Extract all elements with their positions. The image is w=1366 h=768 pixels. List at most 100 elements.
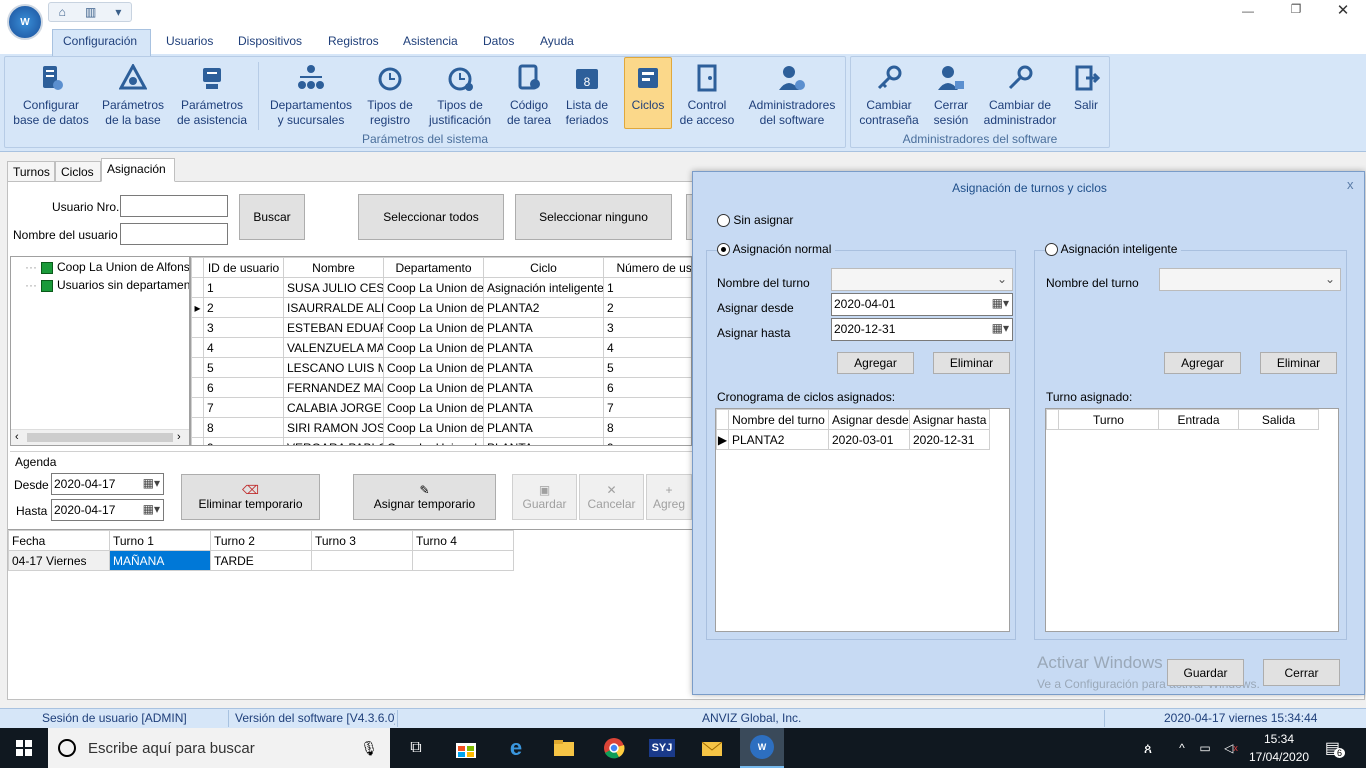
save-button[interactable]: ▣ Guardar: [512, 474, 577, 520]
column-header[interactable]: Turno: [1058, 409, 1159, 430]
table-cell[interactable]: Coop La Union de: [383, 317, 484, 338]
notification-icon[interactable]: ▤ 6: [1320, 728, 1350, 768]
smart-assign-radio[interactable]: Asignación inteligente: [1045, 242, 1182, 257]
table-cell[interactable]: VERGARA PABLO: [283, 437, 384, 445]
tab-asignacion[interactable]: Asignación: [101, 158, 175, 182]
table-cell[interactable]: 3: [203, 317, 284, 338]
tree-hscrollbar[interactable]: ‹ ›: [11, 429, 189, 445]
user-name-input[interactable]: [120, 223, 228, 245]
departments-button[interactable]: Departamentos y sucursales: [266, 62, 356, 132]
table-cell[interactable]: 4: [203, 337, 284, 358]
table-cell[interactable]: Coop La Union de: [383, 397, 484, 418]
access-control-button[interactable]: Control de acceso: [678, 62, 736, 132]
calendar-dropdown-icon[interactable]: ▦▾: [992, 321, 1009, 335]
table-cell-selected[interactable]: MAÑANA: [109, 550, 211, 571]
column-header[interactable]: Entrada: [1158, 409, 1239, 430]
column-header[interactable]: Departamento: [383, 257, 484, 278]
table-cell[interactable]: [412, 550, 514, 571]
table-cell[interactable]: PLANTA: [483, 357, 604, 378]
table-cell[interactable]: 6: [203, 377, 284, 398]
table-cell[interactable]: 4: [603, 337, 691, 358]
table-cell[interactable]: PLANTA2: [728, 429, 829, 450]
from-date-picker[interactable]: 2020-04-17 ▦▾: [51, 473, 164, 495]
table-cell[interactable]: ESTEBAN EDUARD: [283, 317, 384, 338]
chrome-icon[interactable]: [594, 728, 634, 768]
record-types-button[interactable]: Tipos de registro: [362, 62, 418, 132]
microphone-icon[interactable]: 🎙: [360, 740, 378, 757]
table-cell[interactable]: 1: [203, 277, 284, 298]
table-cell[interactable]: 8: [603, 417, 691, 438]
normal-assign-radio[interactable]: Asignación normal: [717, 242, 836, 257]
edge-icon[interactable]: e: [496, 728, 536, 768]
select-all-button[interactable]: Seleccionar todos: [358, 194, 504, 240]
table-cell[interactable]: Coop La Union de: [383, 437, 484, 445]
no-assign-radio[interactable]: Sin asignar: [717, 213, 793, 228]
tab-ciclos[interactable]: Ciclos: [55, 161, 101, 182]
table-cell[interactable]: FERNANDEZ MAR: [283, 377, 384, 398]
configure-database-button[interactable]: Configurar base de datos: [10, 62, 92, 132]
tree-item[interactable]: ··· Usuarios sin departamento: [25, 278, 189, 292]
restore-button[interactable]: ❐: [1286, 2, 1306, 18]
table-cell[interactable]: Coop La Union de: [383, 297, 484, 318]
table-cell[interactable]: PLANTA: [483, 437, 604, 445]
menu-datos[interactable]: Datos: [483, 34, 514, 48]
table-cell[interactable]: 2: [603, 297, 691, 318]
table-cell[interactable]: PLANTA: [483, 337, 604, 358]
app-logo-icon[interactable]: W: [7, 4, 43, 40]
table-cell[interactable]: LESCANO LUIS M/: [283, 357, 384, 378]
table-cell[interactable]: 6: [603, 377, 691, 398]
table-row[interactable]: 7 CALABIA JORGE N Coop La Union de PLANTA 7: [191, 397, 691, 418]
table-cell[interactable]: ISAURRALDE ALBE: [283, 297, 384, 318]
table-cell[interactable]: [311, 550, 413, 571]
software-admins-button[interactable]: Administradores del software: [742, 62, 842, 132]
table-row[interactable]: 6 FERNANDEZ MAR Coop La Union de PLANTA 6: [191, 377, 691, 398]
exit-button[interactable]: Salir: [1064, 62, 1108, 132]
network-icon[interactable]: ▭: [1196, 728, 1214, 768]
table-row[interactable]: 9VERGARA PABLOCoop La Union dePLANTA9: [191, 437, 691, 445]
tree-item[interactable]: ··· Coop La Union de Alfonso: [25, 260, 189, 274]
close-window-button[interactable]: ✕: [1333, 1, 1353, 19]
dialog-close-button[interactable]: Cerrar: [1263, 659, 1340, 686]
home-icon[interactable]: ⌂: [59, 5, 66, 19]
minimize-button[interactable]: —: [1238, 4, 1258, 20]
task-view-icon[interactable]: ⧉: [396, 728, 436, 768]
table-row[interactable]: 1SUSA JULIO CESARCoop La Union deAsignac…: [191, 277, 691, 298]
menu-asistencia[interactable]: Asistencia: [403, 34, 458, 48]
menu-configuracion[interactable]: Configuración: [63, 34, 137, 48]
table-cell[interactable]: PLANTA: [483, 317, 604, 338]
attendance-params-button[interactable]: Parámetros de asistencia: [174, 62, 250, 132]
table-cell[interactable]: VALENZUELA MAI: [283, 337, 384, 358]
table-cell[interactable]: Coop La Union de: [383, 417, 484, 438]
table-cell[interactable]: 9: [603, 437, 691, 445]
table-row[interactable]: ▶ PLANTA2 2020-03-01 2020-12-31: [716, 429, 990, 450]
table-cell[interactable]: 1: [603, 277, 691, 298]
file-explorer-icon[interactable]: [544, 728, 584, 768]
menu-registros[interactable]: Registros: [328, 34, 379, 48]
assign-to-picker[interactable]: 2020-12-31 ▦▾: [831, 318, 1013, 341]
syj-app-icon[interactable]: SYJ: [642, 728, 682, 768]
column-header[interactable]: Asignar desde: [828, 409, 910, 430]
calendar-dropdown-icon[interactable]: ▦▾: [992, 296, 1009, 310]
table-cell[interactable]: PLANTA2: [483, 297, 604, 318]
shift-name-select[interactable]: ⌄: [831, 268, 1013, 291]
table-cell[interactable]: 7: [203, 397, 284, 418]
normal-add-button[interactable]: Agregar: [837, 352, 914, 374]
scroll-right-icon[interactable]: ›: [177, 431, 181, 443]
table-cell[interactable]: 2: [203, 297, 284, 318]
table-cell[interactable]: 7: [603, 397, 691, 418]
table-cell[interactable]: 8: [203, 417, 284, 438]
dialog-save-button[interactable]: Guardar: [1167, 659, 1244, 686]
column-header[interactable]: Asignar hasta: [909, 409, 990, 430]
calendar-dropdown-icon[interactable]: ▦▾: [143, 502, 160, 516]
column-header[interactable]: ID de usuario: [203, 257, 284, 278]
dialog-close-icon[interactable]: x: [1347, 177, 1354, 192]
task-code-button[interactable]: Código de tarea: [502, 62, 556, 132]
change-admin-button[interactable]: Cambiar de administrador: [980, 62, 1060, 132]
table-cell[interactable]: 9: [203, 437, 284, 445]
table-cell[interactable]: PLANTA: [483, 377, 604, 398]
table-row[interactable]: 3ESTEBAN EDUARDCoop La Union dePLANTA3: [191, 317, 691, 338]
database-params-button[interactable]: Parámetros de la base: [96, 62, 170, 132]
table-cell[interactable]: SUSA JULIO CESAR: [283, 277, 384, 298]
column-header[interactable]: Salida: [1238, 409, 1319, 430]
store-icon[interactable]: [446, 728, 486, 768]
